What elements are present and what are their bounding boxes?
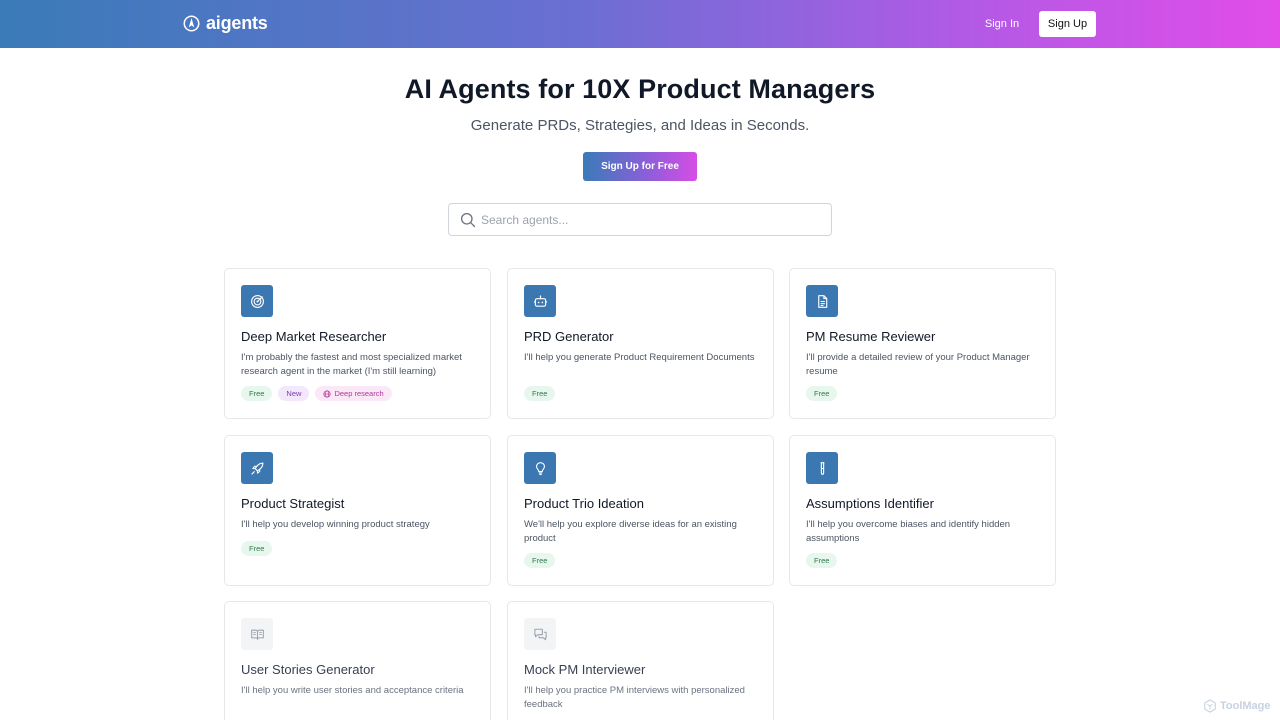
agent-icon-container: [524, 452, 556, 484]
radar-target-icon: [250, 294, 264, 308]
agent-description: I'll provide a detailed review of your P…: [806, 352, 1030, 377]
free-badge: Free: [241, 541, 273, 556]
watermark-text: ToolMage: [1220, 700, 1271, 712]
free-badge: Free: [524, 386, 556, 401]
agent-card-product-trio-ideation[interactable]: Product Trio Ideation We'll help you exp…: [507, 435, 774, 586]
rocket-icon: [251, 462, 263, 474]
agent-title: Product Strategist: [241, 496, 345, 511]
agent-card-user-stories-generator[interactable]: User Stories Generator I'll help you wri…: [224, 601, 491, 720]
agent-card-pm-resume-reviewer[interactable]: PM Resume Reviewer I'll provide a detail…: [789, 268, 1056, 419]
compass-logo-icon: [183, 15, 200, 32]
toolmage-watermark: ToolMage: [1203, 699, 1271, 713]
free-badge: Free: [241, 386, 273, 401]
sign-up-free-button[interactable]: Sign Up for Free: [583, 152, 697, 181]
agent-card-assumptions-identifier[interactable]: Assumptions Identifier I'll help you ove…: [789, 435, 1056, 586]
agent-icon-container: [241, 285, 273, 317]
logo-link[interactable]: aigents: [183, 13, 268, 34]
agent-title: PRD Generator: [524, 329, 614, 344]
document-icon: [817, 294, 827, 308]
toolmage-logo-icon: [1204, 699, 1216, 713]
agent-description: I'll help you practice PM interviews wit…: [524, 685, 745, 710]
agent-badges: Free: [524, 386, 556, 401]
lightbulb-icon: [535, 461, 545, 475]
chat-bubbles-icon: [533, 628, 547, 640]
agent-icon-container: [241, 618, 273, 650]
globe-icon: [323, 389, 331, 398]
agent-title: Assumptions Identifier: [806, 496, 934, 511]
agent-icon-container: [806, 285, 838, 317]
agent-card-mock-pm-interviewer[interactable]: Mock PM Interviewer I'll help you practi…: [507, 601, 774, 720]
free-badge: Free: [524, 553, 556, 568]
logo-text: aigents: [206, 13, 268, 33]
agent-icon-container: [524, 285, 556, 317]
agent-badges: Free: [524, 553, 556, 568]
agent-description: I'll help you overcome biases and identi…: [806, 519, 1011, 544]
agent-icon-container: [806, 452, 838, 484]
deep-research-label: Deep research: [334, 389, 384, 398]
agent-description: I'll help you develop winning product st…: [241, 519, 430, 530]
deep-research-badge: Deep research: [315, 386, 392, 401]
agent-description: I'll help you generate Product Requireme…: [524, 352, 755, 363]
sign-in-button[interactable]: Sign In: [974, 14, 1030, 34]
agent-title: Mock PM Interviewer: [524, 662, 646, 677]
sign-up-button[interactable]: Sign Up: [1039, 11, 1096, 37]
agent-card-prd-generator[interactable]: PRD Generator I'll help you generate Pro…: [507, 268, 774, 419]
robot-icon: [533, 294, 547, 307]
book-open-icon: [250, 629, 264, 640]
agent-badges: Free: [806, 386, 838, 401]
agent-title: User Stories Generator: [241, 662, 375, 677]
agent-icon-container: [524, 618, 556, 650]
free-badge: Free: [806, 386, 838, 401]
search-input[interactable]: [481, 210, 821, 230]
agent-badges: Free: [241, 541, 273, 556]
agent-badges: Free: [806, 553, 838, 568]
agent-title: Deep Market Researcher: [241, 329, 387, 344]
new-badge: New: [278, 386, 310, 401]
top-nav-bar: aigents Sign In Sign Up: [0, 0, 1280, 48]
agent-description: I'll help you write user stories and acc…: [241, 685, 464, 696]
agent-card-deep-market-researcher[interactable]: Deep Market Researcher I'm probably the …: [224, 268, 491, 419]
agent-description: I'm probably the fastest and most specia…: [241, 352, 462, 377]
agent-title: Product Trio Ideation: [524, 496, 644, 511]
agent-description: We'll help you explore diverse ideas for…: [524, 519, 737, 544]
agent-title: PM Resume Reviewer: [806, 329, 936, 344]
page-subtitle: Generate PRDs, Strategies, and Ideas in …: [470, 117, 810, 134]
search-box: [448, 203, 832, 236]
agent-icon-container: [241, 452, 273, 484]
page-title: AI Agents for 10X Product Managers: [404, 74, 876, 104]
search-icon: [460, 212, 476, 228]
agent-badges: Free New Deep research: [241, 386, 392, 401]
free-badge: Free: [806, 553, 838, 568]
test-tube-icon: [820, 461, 824, 475]
agent-card-product-strategist[interactable]: Product Strategist I'll help you develop…: [224, 435, 491, 586]
